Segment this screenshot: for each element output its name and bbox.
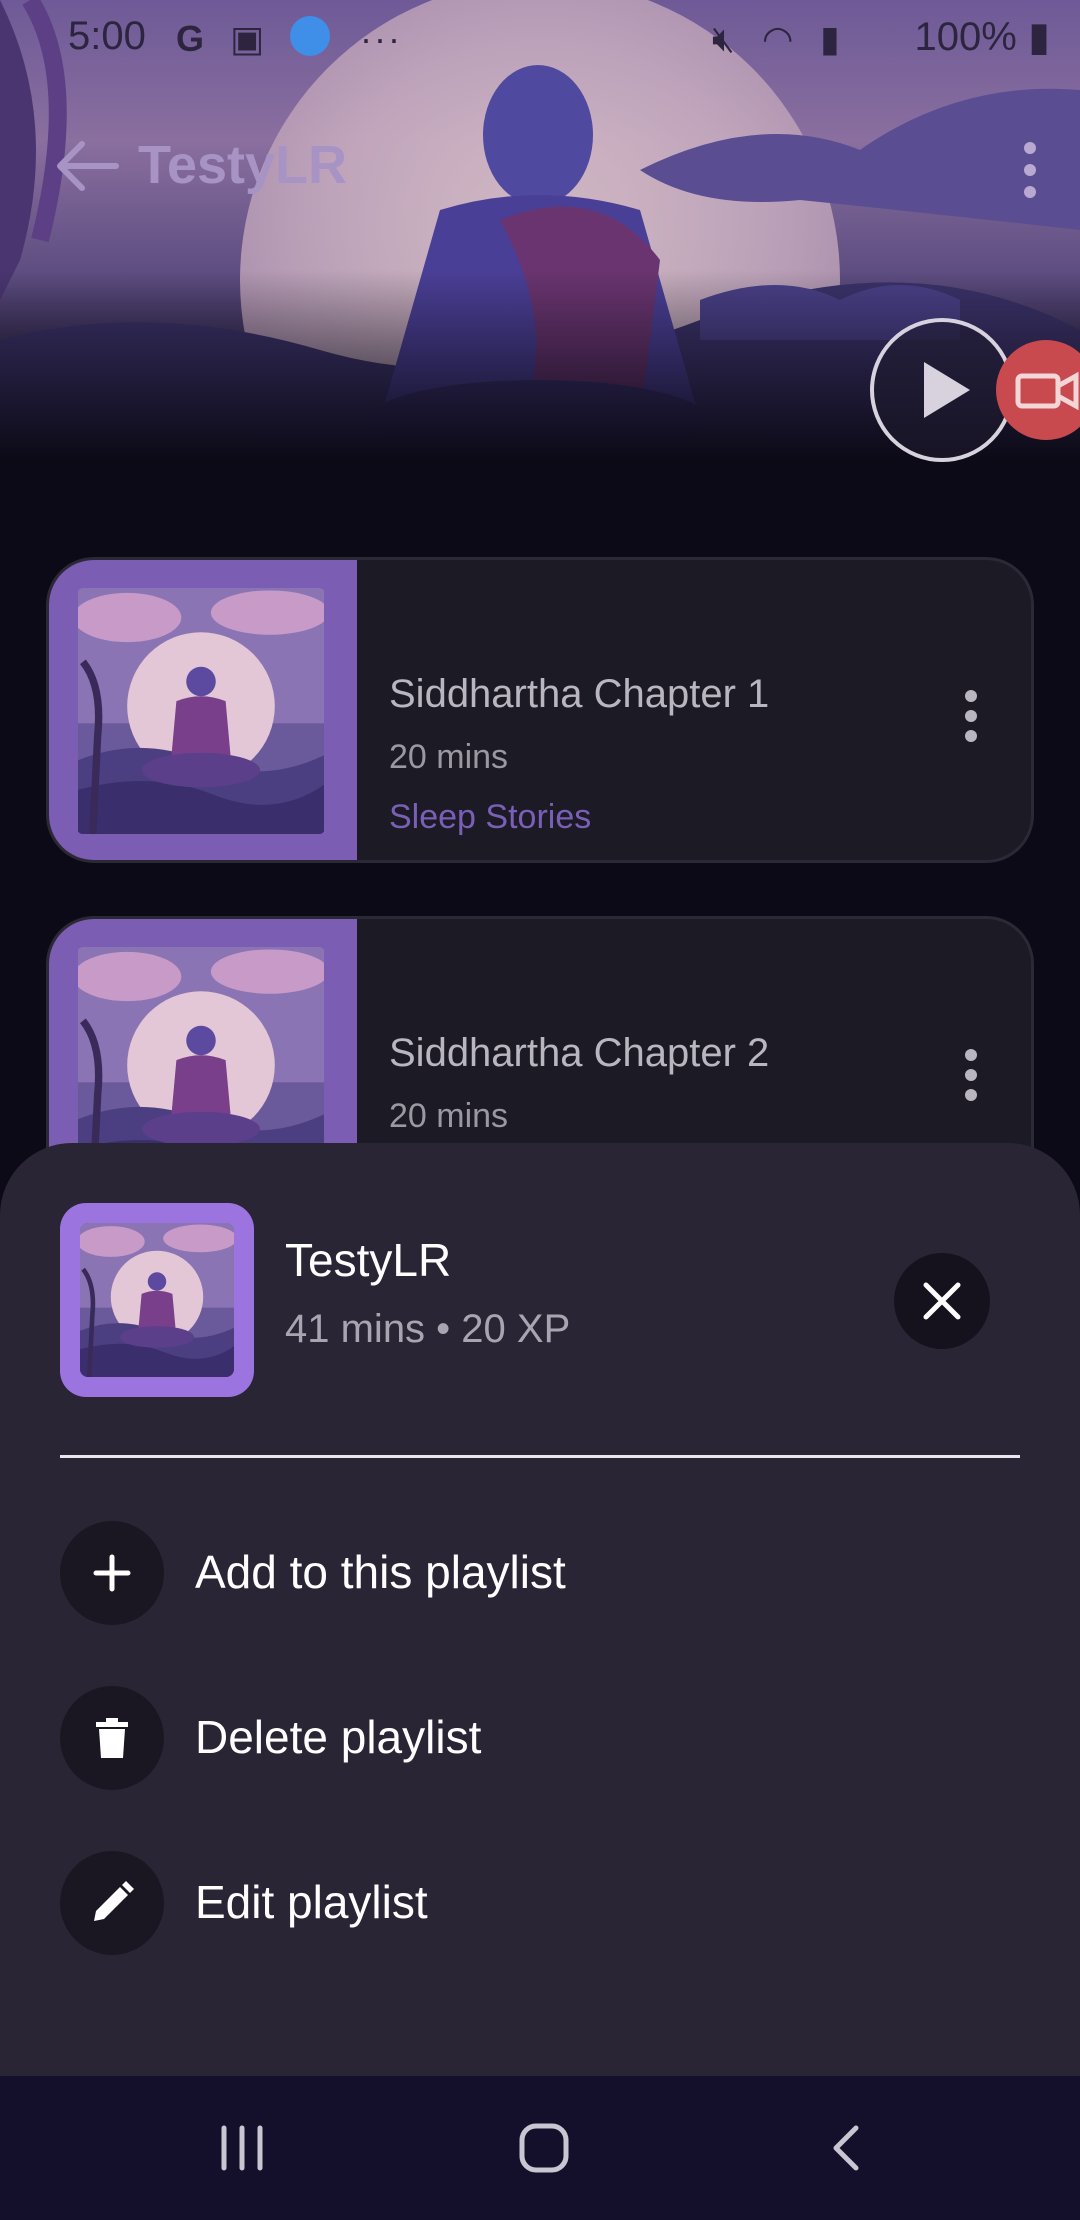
teams-icon: ▣ [230, 18, 265, 59]
more-options-icon[interactable] [1010, 140, 1050, 200]
playlist-artwork [60, 1203, 254, 1397]
delete-playlist-action[interactable]: Delete playlist [60, 1686, 1020, 1790]
trash-icon [96, 1718, 128, 1758]
action-label: Edit playlist [195, 1876, 428, 1928]
wifi-icon: ◠ [762, 18, 794, 59]
track-more-icon[interactable] [961, 688, 981, 744]
status-bar: 5:00 G ▣ ··· 🔇︎ ◠ ▮ 100% ▮ [0, 0, 1080, 72]
google-icon: G [176, 18, 205, 59]
play-button[interactable] [870, 318, 1014, 462]
signal-icon: ▮ [820, 18, 840, 59]
pencil-icon [94, 1881, 134, 1921]
system-navigation-bar [0, 2076, 1080, 2220]
playlist-artwork-image [80, 1223, 234, 1377]
mute-icon: 🔇︎ [712, 18, 735, 59]
track-category: Sleep Stories [389, 798, 592, 836]
video-camera-icon [1015, 371, 1079, 411]
track-more-icon[interactable] [961, 1047, 981, 1103]
action-label: Add to this playlist [195, 1546, 566, 1598]
track-artwork [77, 588, 325, 834]
top-app-bar: TestyLR [0, 110, 1080, 220]
battery-icon: ▮ [1027, 15, 1050, 59]
action-icon-circle [60, 1851, 164, 1955]
recent-apps-icon[interactable] [210, 2116, 274, 2180]
back-arrow-icon[interactable] [50, 136, 120, 196]
action-icon-circle [60, 1686, 164, 1790]
play-icon [924, 362, 970, 418]
home-icon[interactable] [512, 2116, 576, 2180]
track-duration: 20 mins [389, 1097, 509, 1135]
add-to-playlist-action[interactable]: Add to this playlist [60, 1521, 1020, 1625]
close-sheet-button[interactable] [894, 1253, 990, 1349]
battery-level: 100% ▮ [914, 15, 1050, 59]
status-time: 5:00 [68, 14, 146, 58]
app-icon [290, 16, 330, 56]
screen-record-button[interactable] [996, 340, 1080, 440]
back-icon[interactable] [816, 2116, 880, 2180]
track-title: Siddhartha Chapter 2 [389, 1031, 770, 1075]
sheet-divider [60, 1455, 1020, 1458]
action-label: Delete playlist [195, 1711, 482, 1763]
sheet-playlist-name: TestyLR [285, 1234, 452, 1286]
page-title: TestyLR [138, 135, 348, 195]
more-dots-icon: ··· [360, 18, 402, 59]
track-duration: 20 mins [389, 738, 509, 776]
plus-icon [93, 1554, 131, 1592]
playlist-options-sheet: TestyLR 41 mins • 20 XP Add to this play… [0, 1143, 1080, 2078]
track-artwork-frame [49, 560, 357, 860]
track-title: Siddhartha Chapter 1 [389, 672, 770, 716]
track-card[interactable]: Siddhartha Chapter 1 20 mins Sleep Stori… [46, 557, 1034, 863]
sheet-playlist-meta: 41 mins • 20 XP [285, 1307, 571, 1351]
edit-playlist-action[interactable]: Edit playlist [60, 1851, 1020, 1955]
close-icon [923, 1282, 961, 1320]
action-icon-circle [60, 1521, 164, 1625]
